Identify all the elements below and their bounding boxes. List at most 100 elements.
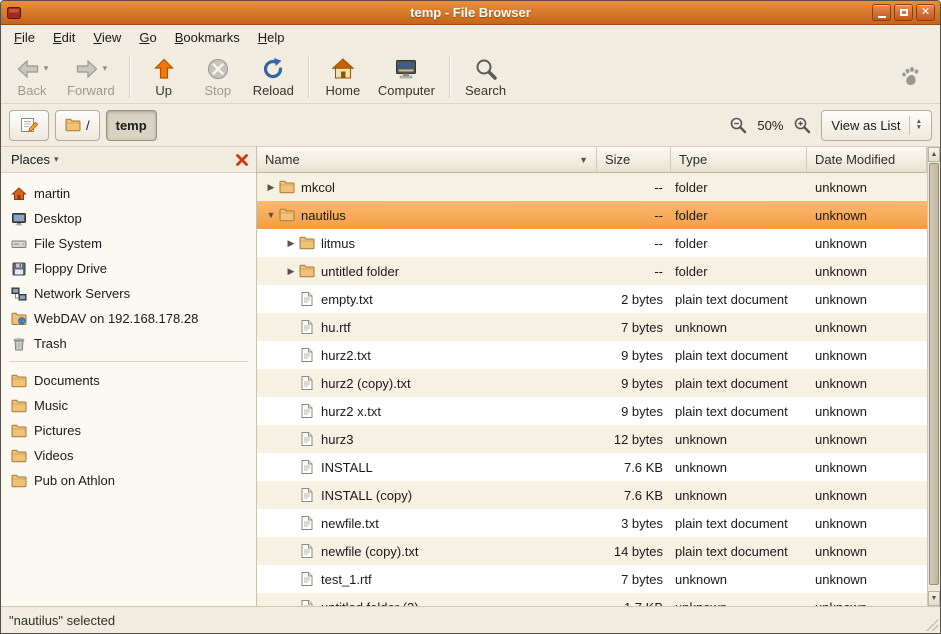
menu-go[interactable]: Go: [130, 25, 165, 51]
menu-bookmarks[interactable]: Bookmarks: [166, 25, 249, 51]
file-row-newfile-copy-txt[interactable]: newfile (copy).txt14 bytesplain text doc…: [257, 537, 927, 565]
scroll-up-button[interactable]: ▲: [928, 147, 940, 162]
file-size: --: [597, 264, 671, 279]
file-size: 9 bytes: [597, 376, 671, 391]
file-row-install[interactable]: INSTALL7.6 KBunknownunknown: [257, 453, 927, 481]
combo-stepper-icon: ▲▼: [909, 116, 922, 135]
menu-view[interactable]: View: [84, 25, 130, 51]
menu-file[interactable]: File: [5, 25, 44, 51]
place-item-documents[interactable]: Documents: [1, 368, 256, 393]
file-row-newfile-txt[interactable]: newfile.txt3 bytesplain text documentunk…: [257, 509, 927, 537]
place-item-pub-on-athlon[interactable]: Pub on Athlon: [1, 468, 256, 493]
reload-button-label: Reload: [253, 83, 294, 98]
file-row-hu-rtf[interactable]: hu.rtf7 bytesunknownunknown: [257, 313, 927, 341]
search-button[interactable]: Search: [457, 53, 514, 101]
column-header-type[interactable]: Type: [671, 147, 807, 173]
file-row-empty-txt[interactable]: empty.txt2 bytesplain text documentunkno…: [257, 285, 927, 313]
file-row-hurz3[interactable]: hurz312 bytesunknownunknown: [257, 425, 927, 453]
menu-help[interactable]: Help: [249, 25, 294, 51]
stop-button[interactable]: Stop: [191, 53, 245, 101]
forward-button-label: Forward: [67, 83, 115, 98]
name-cell: hu.rtf: [257, 319, 597, 335]
place-item-floppy-drive[interactable]: Floppy Drive: [1, 256, 256, 281]
resize-grip[interactable]: [926, 619, 938, 631]
file-date-modified: unknown: [807, 208, 927, 223]
places-sidebar: Places ▾ martinDesktopFile SystemFloppy …: [1, 147, 257, 606]
up-button[interactable]: Up: [137, 53, 191, 101]
file-type: folder: [671, 208, 807, 223]
place-item-trash[interactable]: Trash: [1, 331, 256, 356]
folder-icon: [11, 448, 27, 464]
path-button-temp[interactable]: temp: [106, 110, 157, 141]
places-dropdown-caret-icon[interactable]: ▾: [54, 154, 59, 165]
zoom-in-icon[interactable]: [793, 116, 811, 134]
column-header-label: Date Modified: [815, 152, 895, 167]
place-label: Documents: [34, 373, 100, 388]
sort-indicator-icon: ▼: [579, 155, 588, 165]
places-list: martinDesktopFile SystemFloppy DriveNetw…: [1, 173, 256, 606]
file-row-hurz2-txt[interactable]: hurz2.txt9 bytesplain text documentunkno…: [257, 341, 927, 369]
place-item-file-system[interactable]: File System: [1, 231, 256, 256]
column-header-date-modified[interactable]: Date Modified: [807, 147, 927, 173]
name-cell: INSTALL: [257, 459, 597, 475]
file-type: folder: [671, 180, 807, 195]
file-type: unknown: [671, 460, 807, 475]
place-item-network-servers[interactable]: Network Servers: [1, 281, 256, 306]
expand-expander-icon[interactable]: ▶: [283, 266, 299, 277]
place-item-webdav-on-192-168-178-28[interactable]: WebDAV on 192.168.178.28: [1, 306, 256, 331]
folder-icon: [11, 398, 27, 414]
minimize-button[interactable]: [872, 4, 891, 21]
file-row-mkcol[interactable]: ▶mkcol--folderunknown: [257, 173, 927, 201]
forward-dropdown-arrow-icon[interactable]: ▾: [103, 63, 108, 74]
file-date-modified: unknown: [807, 404, 927, 419]
places-label[interactable]: Places: [11, 152, 50, 167]
view-mode-selector[interactable]: View as List ▲▼: [821, 110, 932, 141]
up-button-label: Up: [155, 83, 172, 98]
file-list: ▶mkcol--folderunknown▼nautilus--folderun…: [257, 173, 927, 606]
file-date-modified: unknown: [807, 376, 927, 391]
maximize-button[interactable]: [894, 4, 913, 21]
file-row-install-copy-[interactable]: INSTALL (copy)7.6 KBunknownunknown: [257, 481, 927, 509]
place-item-music[interactable]: Music: [1, 393, 256, 418]
file-row-untitled-folder[interactable]: ▶untitled folder--folderunknown: [257, 257, 927, 285]
place-item-pictures[interactable]: Pictures: [1, 418, 256, 443]
root-path-button[interactable]: /: [55, 110, 100, 141]
close-button[interactable]: ✕: [916, 4, 935, 21]
place-item-martin[interactable]: martin: [1, 181, 256, 206]
menu-edit[interactable]: Edit: [44, 25, 84, 51]
file-date-modified: unknown: [807, 292, 927, 307]
place-item-videos[interactable]: Videos: [1, 443, 256, 468]
file-row-untitled-folder-2-[interactable]: untitled folder (2)1.7 KBunknownunknown: [257, 593, 927, 606]
place-label: Videos: [34, 448, 74, 463]
file-row-hurz2-x-txt[interactable]: hurz2 x.txt9 bytesplain text documentunk…: [257, 397, 927, 425]
column-header-size[interactable]: Size: [597, 147, 671, 173]
zoom-out-icon[interactable]: [729, 116, 747, 134]
file-row-hurz2-copy-txt[interactable]: hurz2 (copy).txt9 bytesplain text docume…: [257, 369, 927, 397]
file-row-test-1-rtf[interactable]: test_1.rtf7 bytesunknownunknown: [257, 565, 927, 593]
computer-button[interactable]: Computer: [370, 53, 443, 101]
titlebar[interactable]: temp - File Browser ✕: [1, 1, 940, 25]
back-button[interactable]: ▾Back: [5, 53, 59, 101]
list-header: Name▼SizeType Date Modified: [257, 147, 927, 173]
location-edit-toggle-button[interactable]: [9, 110, 49, 141]
places-header: Places ▾: [1, 147, 256, 173]
collapse-expander-icon[interactable]: ▼: [263, 210, 279, 220]
name-cell: untitled folder (2): [257, 599, 597, 606]
places-close-icon[interactable]: [235, 153, 249, 167]
name-cell: INSTALL (copy): [257, 487, 597, 503]
scroll-down-button[interactable]: ▼: [928, 591, 940, 606]
forward-button[interactable]: ▾ Forward: [59, 53, 123, 101]
webdav-icon: [11, 311, 27, 327]
column-header-name[interactable]: Name▼: [257, 147, 597, 173]
file-size: 7.6 KB: [597, 460, 671, 475]
reload-button[interactable]: Reload: [245, 53, 302, 101]
expand-expander-icon[interactable]: ▶: [263, 182, 279, 193]
home-button[interactable]: Home: [316, 53, 370, 101]
vertical-scrollbar[interactable]: ▲ ▼: [927, 147, 940, 606]
file-row-nautilus[interactable]: ▼nautilus--folderunknown: [257, 201, 927, 229]
file-row-litmus[interactable]: ▶litmus--folderunknown: [257, 229, 927, 257]
place-item-desktop[interactable]: Desktop: [1, 206, 256, 231]
back-dropdown-arrow-icon[interactable]: ▾: [44, 63, 49, 74]
scrollbar-thumb[interactable]: [929, 163, 939, 585]
expand-expander-icon[interactable]: ▶: [283, 238, 299, 249]
